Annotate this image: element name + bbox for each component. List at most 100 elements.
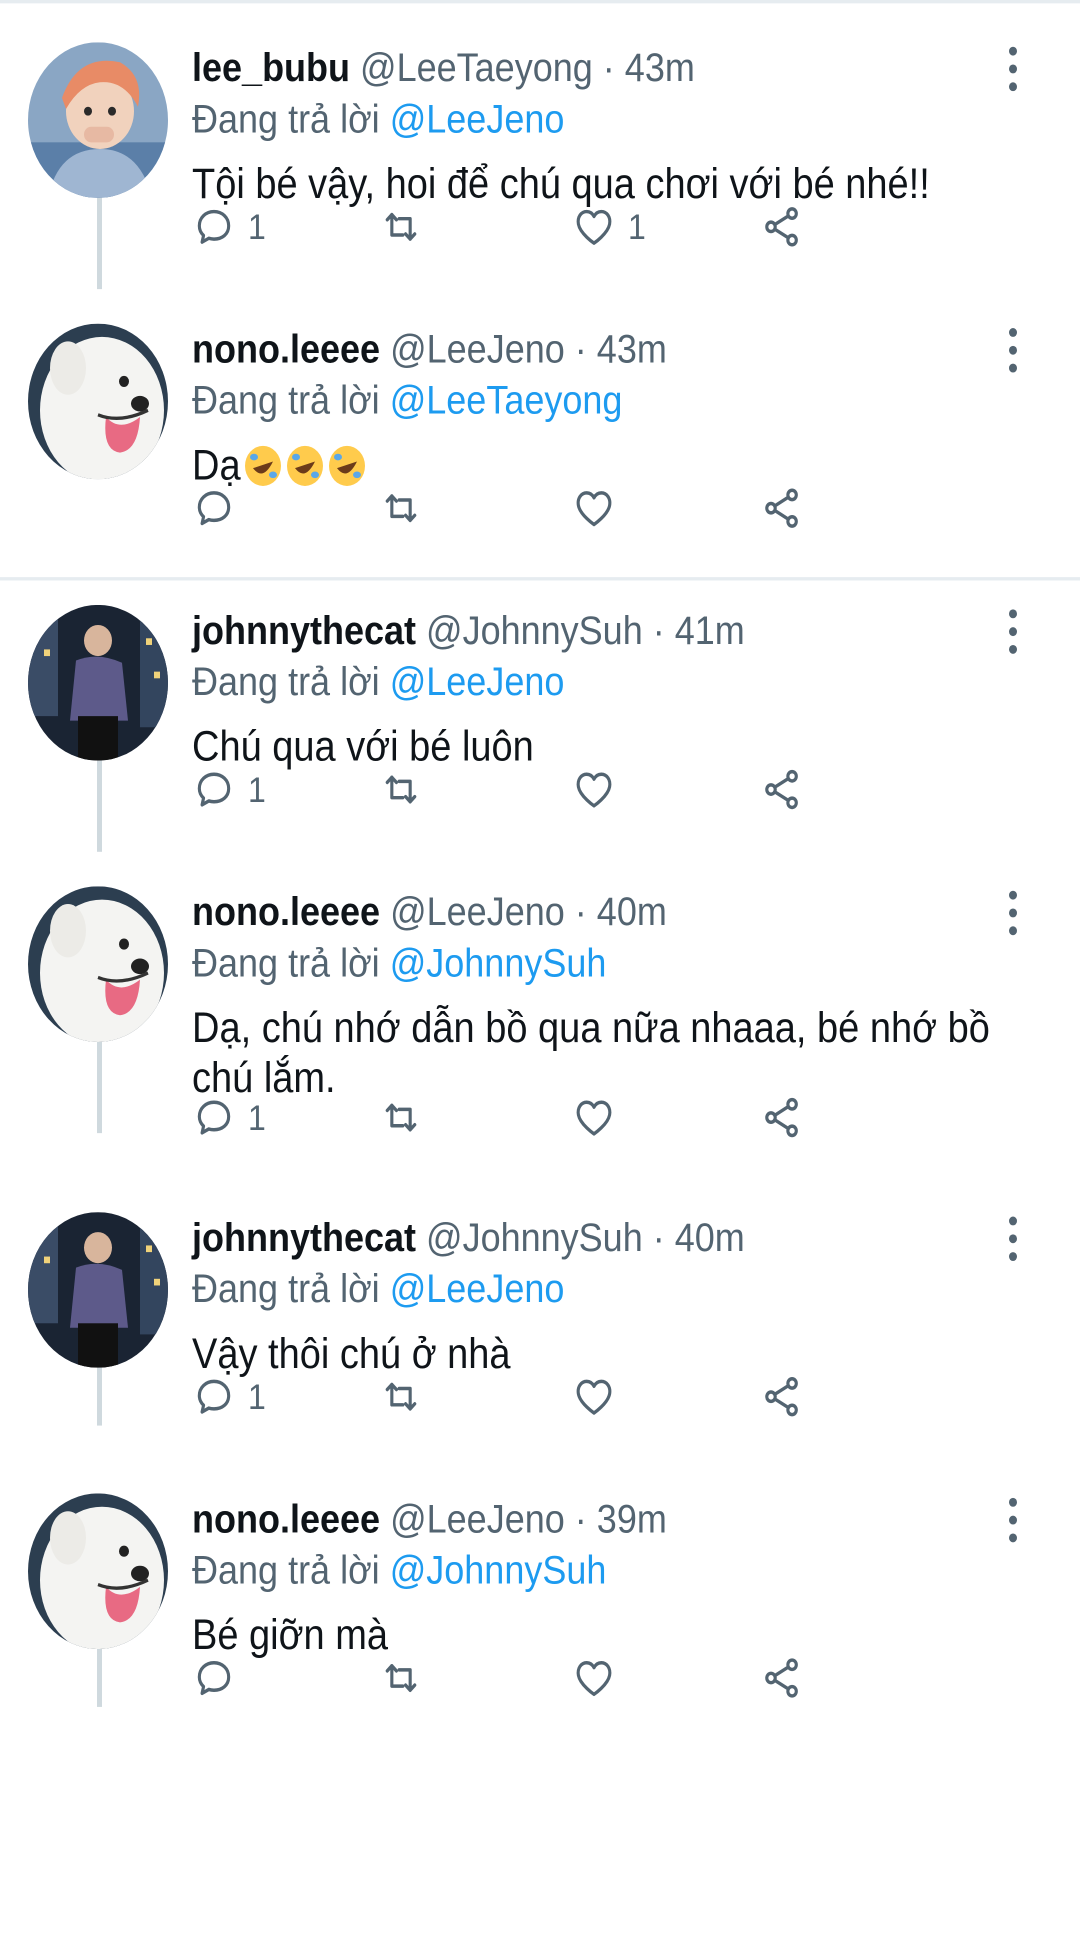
like-button[interactable]	[572, 1370, 628, 1423]
reply-button[interactable]: 1	[192, 763, 266, 816]
retweet-icon	[385, 1664, 417, 1692]
more-vertical-icon[interactable]	[1003, 46, 1023, 92]
user-handle[interactable]: @JohnnySuh	[426, 1214, 643, 1260]
avatar-image-lee-bubu	[28, 42, 168, 198]
retweet-button[interactable]	[379, 481, 423, 534]
like-button[interactable]	[572, 763, 628, 816]
more-vertical-icon[interactable]	[1003, 609, 1023, 654]
share-icon	[765, 1097, 798, 1138]
action-bar	[192, 481, 892, 534]
more-vertical-icon[interactable]	[1003, 328, 1023, 373]
reply-count: 1	[248, 1376, 266, 1417]
retweet-icon	[385, 1103, 417, 1132]
tweet[interactable]: nono.leeee @LeeJeno · 39m Đang trả lời @…	[0, 1451, 1080, 1729]
avatar[interactable]	[28, 604, 168, 761]
like-button[interactable]	[572, 1651, 628, 1704]
display-name[interactable]: nono.leeee	[192, 1496, 380, 1542]
user-handle[interactable]: @JohnnySuh	[426, 607, 643, 653]
timestamp[interactable]: 41m	[675, 607, 745, 653]
display-name[interactable]: nono.leeee	[192, 888, 380, 934]
reply-button[interactable]: 1	[192, 1091, 266, 1144]
avatar[interactable]	[28, 1493, 168, 1650]
replying-prefix: Đang trả lời	[192, 376, 380, 423]
avatar[interactable]	[28, 886, 168, 1042]
share-button[interactable]	[760, 1651, 804, 1704]
display-name[interactable]: johnnythecat	[192, 607, 416, 653]
reply-icon	[197, 1379, 231, 1414]
mention-link[interactable]: @LeeTaeyong	[390, 377, 623, 423]
share-button[interactable]	[760, 763, 804, 816]
retweet-button[interactable]	[379, 1091, 423, 1144]
display-name[interactable]: lee_bubu	[192, 44, 350, 90]
reply-count: 1	[248, 1096, 266, 1138]
replying-to: Đang trả lời @JohnnySuh	[192, 937, 1020, 988]
reply-button[interactable]: 1	[192, 200, 266, 253]
share-button[interactable]	[760, 481, 804, 534]
timestamp[interactable]: 43m	[625, 44, 695, 90]
more-vertical-icon[interactable]	[1003, 1497, 1023, 1543]
share-button[interactable]	[760, 1370, 804, 1423]
like-button[interactable]	[572, 481, 628, 534]
share-icon	[765, 207, 798, 247]
replying-to: Đang trả lời @JohnnySuh	[192, 1545, 1020, 1596]
reply-button[interactable]: 1	[192, 1370, 266, 1423]
tweet-header: johnnythecat @JohnnySuh · 41m	[192, 605, 1020, 656]
timestamp[interactable]: 40m	[675, 1214, 745, 1260]
mention-link[interactable]: @LeeJeno	[390, 1265, 565, 1311]
avatar[interactable]	[28, 1212, 168, 1368]
tweet[interactable]: johnnythecat @JohnnySuh · 41m Đang trả l…	[0, 563, 1080, 841]
replying-to: Đang trả lời @LeeJeno	[192, 1263, 1020, 1314]
timestamp[interactable]: 39m	[597, 1496, 667, 1542]
share-button[interactable]	[760, 1091, 804, 1144]
retweet-button[interactable]	[379, 1370, 423, 1423]
reply-count: 1	[248, 768, 266, 809]
share-icon	[765, 1658, 798, 1698]
share-button[interactable]	[760, 200, 804, 253]
action-bar: 1 1	[192, 200, 892, 253]
mention-link[interactable]: @LeeJeno	[390, 96, 565, 142]
tweet-text: Dạ, chú nhớ dẫn bồ qua nữa nhaaa, bé nhớ…	[192, 1005, 990, 1102]
user-handle[interactable]: @LeeJeno	[390, 326, 565, 372]
reply-icon	[197, 209, 231, 244]
more-vertical-icon[interactable]	[1003, 1216, 1023, 1262]
separator-dot: ·	[652, 1214, 665, 1260]
display-name[interactable]: johnnythecat	[192, 1214, 416, 1260]
avatar-image-johnnythecat	[28, 1212, 168, 1368]
retweet-button[interactable]	[379, 200, 423, 253]
like-button[interactable]	[572, 1091, 628, 1144]
share-icon	[765, 1376, 798, 1417]
tweet[interactable]: nono.leeee @LeeJeno · 40m Đang trả lời @…	[0, 844, 1080, 1169]
tweet[interactable]: lee_bubu @LeeTaeyong · 43m Đang trả lời …	[0, 0, 1080, 278]
replying-prefix: Đang trả lời	[192, 1546, 380, 1593]
share-icon	[765, 769, 798, 810]
tweet-header: nono.leeee @LeeJeno · 39m	[192, 1493, 1020, 1544]
reply-icon	[197, 491, 231, 526]
replying-to: Đang trả lời @LeeJeno	[192, 656, 1020, 707]
like-button[interactable]: 1	[572, 200, 646, 253]
reply-button[interactable]	[192, 1651, 248, 1704]
mention-link[interactable]: @JohnnySuh	[390, 940, 607, 986]
action-bar: 1	[192, 763, 892, 816]
mention-link[interactable]: @JohnnySuh	[390, 1547, 607, 1593]
reply-icon	[197, 1660, 231, 1696]
mention-link[interactable]: @LeeJeno	[390, 658, 565, 704]
user-handle[interactable]: @LeeTaeyong	[360, 44, 593, 90]
retweet-button[interactable]	[379, 1651, 423, 1704]
avatar[interactable]	[28, 42, 168, 198]
separator-dot: ·	[574, 325, 587, 372]
more-vertical-icon[interactable]	[1003, 890, 1023, 936]
avatar[interactable]	[28, 323, 168, 480]
tweet[interactable]: johnnythecat @JohnnySuh · 40m Đang trả l…	[0, 1170, 1080, 1448]
timestamp[interactable]: 40m	[597, 888, 667, 934]
reply-button[interactable]	[192, 481, 248, 534]
timestamp[interactable]: 43m	[597, 326, 667, 372]
retweet-button[interactable]	[379, 763, 423, 816]
user-handle[interactable]: @LeeJeno	[390, 888, 565, 934]
action-bar: 1	[192, 1370, 892, 1423]
action-bar	[192, 1651, 892, 1704]
user-handle[interactable]: @LeeJeno	[390, 1496, 565, 1542]
avatar-image-samoyed-dog	[28, 886, 168, 1042]
tweet[interactable]: nono.leeee @LeeJeno · 43m Đang trả lời @…	[0, 281, 1080, 559]
display-name[interactable]: nono.leeee	[192, 326, 380, 372]
replying-prefix: Đang trả lời	[192, 1265, 380, 1312]
